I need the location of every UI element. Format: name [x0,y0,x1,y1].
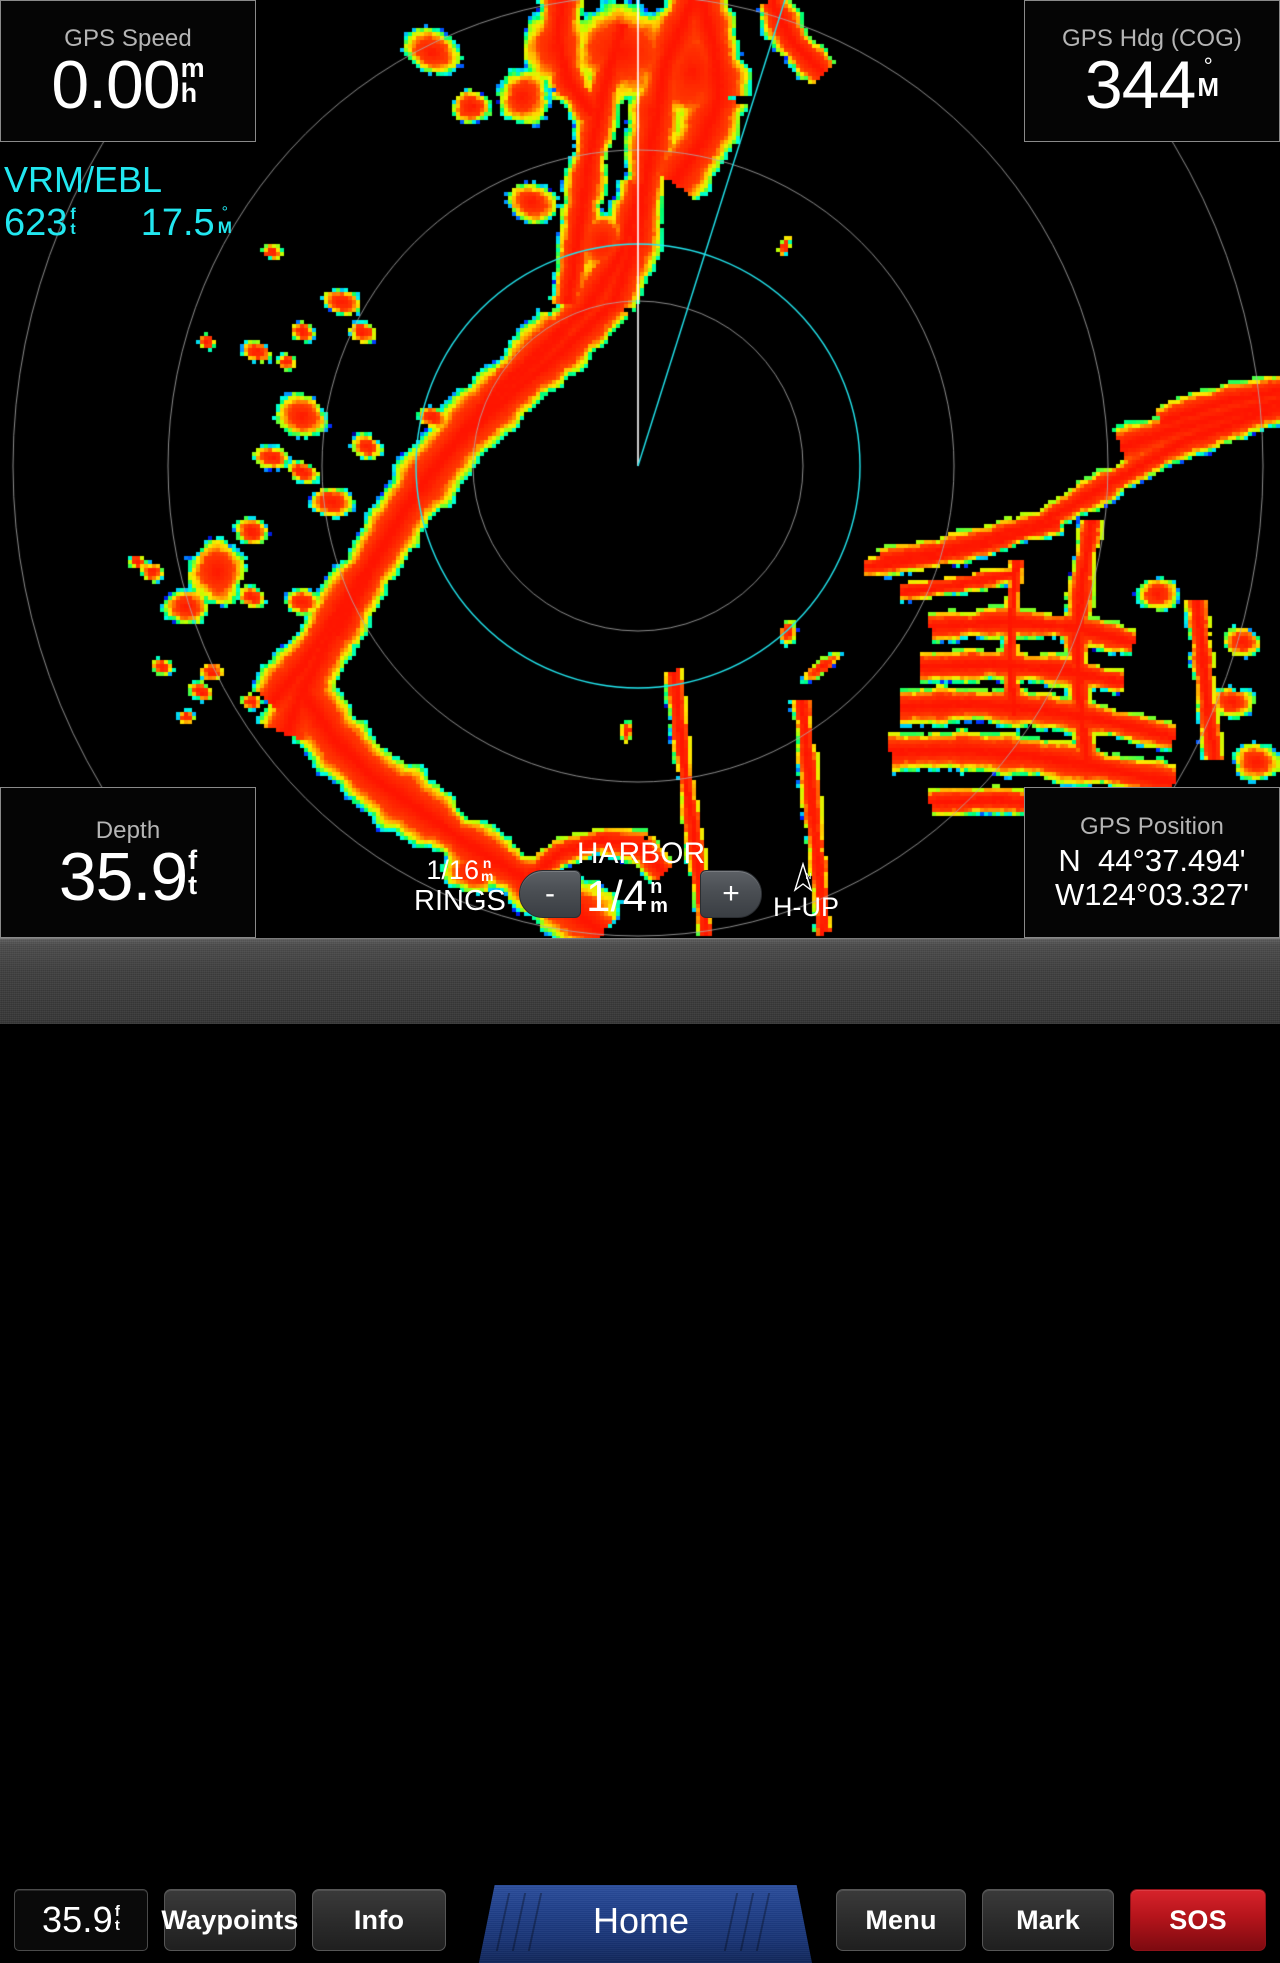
range-rings-label: RINGS [414,885,506,917]
gps-heading-value: 344 ° M [1085,54,1219,116]
minus-icon: - [545,879,555,909]
sos-label: SOS [1169,1905,1227,1936]
ebl-bearing-number: 17.5 [141,204,215,242]
waypoints-button[interactable]: Waypoints [164,1889,296,1951]
gps-speed-value: 0.00 m h [51,54,204,116]
info-button[interactable]: Info [312,1889,446,1951]
toolbar-depth-unit: f t [115,1905,120,1933]
gps-longitude: W124°03.327' [1055,878,1249,912]
range-unit-bottom: m [650,897,668,916]
vrm-unit-top: f [70,207,75,222]
vrm-ebl-values: 623 f t 17.5 ° M [4,204,232,242]
depth-unit-bottom: t [188,873,197,898]
range-unit: n m [650,878,668,916]
home-label: Home [470,1883,812,1963]
radar-preset-label: HARBOR [566,838,716,870]
toolbar-depth-number: 35.9 [42,1903,113,1937]
gps-latitude: N 44°37.494' [1058,844,1245,878]
info-label: Info [354,1905,404,1936]
vrm-ebl-title: VRM/EBL [4,160,232,200]
range-rings-number: 1/16 [426,855,479,885]
gps-position-panel[interactable]: GPS Position N 44°37.494' W124°03.327' [1024,787,1280,938]
gps-speed-unit-bottom: h [181,81,205,106]
waypoints-label: Waypoints [161,1905,298,1936]
toolbar-depth-value: 35.9 f t [42,1903,120,1937]
gps-heading-unit: ° M [1197,57,1219,99]
gps-heading-number: 344 [1085,54,1195,116]
toolbar-depth-unit-top: f [115,1905,120,1919]
range-rings-indicator: 1/16 n m RINGS [414,855,506,917]
depth-unit: f t [188,848,197,898]
range-rings-value: 1/16 n m [414,855,506,885]
gps-speed-unit: m h [181,56,205,106]
radar-orientation-label: H-UP [773,893,839,922]
gps-position-label: GPS Position [1080,814,1224,840]
zoom-in-button[interactable]: + [700,870,762,918]
ebl-bearing-unit: ° M [218,206,232,236]
gps-speed-number: 0.00 [51,54,179,116]
bottom-toolbar: 35.9 f t Waypoints Info Home Menu Mark S… [0,938,1280,1024]
mark-button[interactable]: Mark [982,1889,1114,1951]
toolbar-depth-readout[interactable]: 35.9 f t [14,1889,148,1951]
depth-unit-top: f [188,848,197,873]
depth-number: 35.9 [59,846,187,908]
north-letter: N [806,872,812,881]
range-number: 1/4 [586,874,647,920]
zoom-out-button[interactable]: - [519,870,581,918]
depth-value: 35.9 f t [59,846,197,908]
toolbar-depth-unit-bottom: t [115,1919,120,1933]
gps-heading-panel[interactable]: GPS Hdg (COG) 344 ° M [1024,0,1280,142]
rings-unit-bottom: m [481,870,493,883]
vrm-ebl-readout[interactable]: VRM/EBL 623 f t 17.5 ° M [4,160,232,242]
mark-label: Mark [1016,1905,1080,1936]
vrm-range-value: 623 f t [4,204,76,242]
range-rings-unit: n m [481,857,493,883]
vrm-unit-bottom: t [70,222,75,237]
vrm-range-unit: f t [70,207,75,237]
ebl-bearing-value: 17.5 ° M [141,204,232,242]
north-arrow-icon: N [790,862,816,894]
sos-button[interactable]: SOS [1130,1889,1266,1951]
radar-range-value: 1/4 n m [586,874,668,920]
menu-button[interactable]: Menu [836,1889,966,1951]
home-button[interactable]: Home [470,1883,812,1963]
menu-label: Menu [865,1905,936,1936]
ebl-reference: M [218,220,232,236]
gps-heading-reference: M [1197,75,1219,99]
plus-icon: + [722,879,740,909]
depth-panel[interactable]: Depth 35.9 f t [0,787,256,938]
vrm-range-number: 623 [4,204,67,242]
gps-speed-panel[interactable]: GPS Speed 0.00 m h [0,0,256,142]
